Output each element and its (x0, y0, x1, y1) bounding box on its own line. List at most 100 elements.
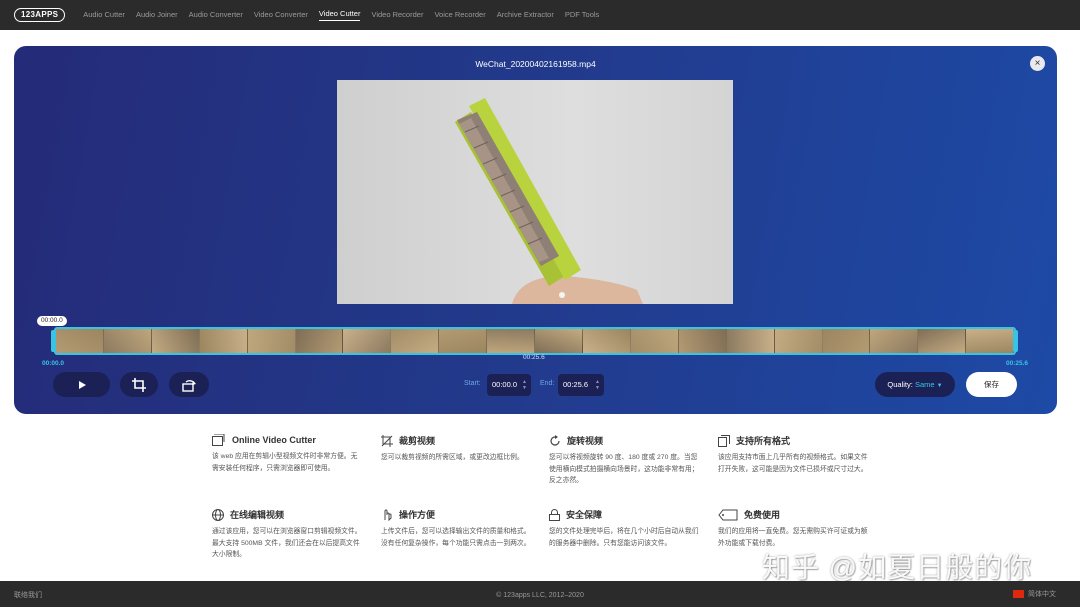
start-label: Start: (464, 380, 481, 387)
play-icon (78, 380, 86, 389)
close-button[interactable]: × (1030, 56, 1045, 71)
logo[interactable]: 123APPS (14, 8, 66, 22)
quality-value: Same (914, 380, 935, 389)
feature-title: 旋转视频 (567, 436, 604, 446)
chevron-down-icon: ▼ (936, 383, 943, 389)
feature-description: 您的文件处理完毕后，将在几个小时后自动从我们的服务器中删除。只有您能访问该文件。 (549, 528, 699, 547)
video-editor-panel: WeChat_20200402161958.mp4 × 00:00.0 00:0… (14, 46, 1057, 414)
feature-title: 安全保障 (566, 510, 603, 520)
timeline-thumbnail (295, 329, 344, 353)
feature-description: 该 web 应用在剪辑小型视频文件时非常方便。无需安装任何程序，只需浏览器即可使… (212, 453, 358, 472)
timeline-thumbnail (247, 329, 296, 353)
feature-rotate-video: 旋转视频 您可以将视频旋转 90 度、180 度或 270 度。当您使用横向模式… (549, 434, 699, 487)
feature-description: 上传文件后，您可以选择输出文件的质量和格式。没有任何复杂操作，每个功能只需点击一… (381, 528, 531, 547)
timeline-thumbnail (199, 329, 248, 353)
rotate-button[interactable] (169, 372, 209, 397)
feature-all-formats: 支持所有格式 该应用支持市面上几乎所有的视频格式。如果文件打开失败，这可能是因为… (718, 434, 868, 475)
video-preview[interactable] (337, 80, 733, 304)
nav-item-video-converter[interactable]: Video Converter (254, 10, 308, 21)
timeline-thumbnail (103, 329, 152, 353)
end-time-input[interactable]: 00:25.6 ▲ ▼ (558, 374, 604, 396)
timeline-thumbnail (630, 329, 679, 353)
timeline-thumbnail (487, 329, 536, 353)
feature-online-video-cutter: Online Video Cutter 该 web 应用在剪辑小型视频文件时非常… (212, 434, 362, 474)
feature-title: 裁剪视频 (399, 436, 436, 446)
video-frame-illustration (455, 98, 643, 304)
feature-title: 操作方便 (399, 510, 436, 520)
nav-item-pdf-tools[interactable]: PDF Tools (565, 10, 599, 21)
feature-title: 免费使用 (744, 510, 781, 520)
start-time-input[interactable]: 00:00.0 ▲ ▼ (487, 374, 531, 396)
timeline-thumbnail (726, 329, 775, 353)
timeline-mid-time: 00:25.6 (523, 354, 545, 361)
watermark: 知乎 @如夏日般的你 (762, 552, 1033, 583)
timeline-filmstrip[interactable] (54, 327, 1016, 355)
feature-free: 免费使用 我们的应用将一直免费。您无需购买许可证或为额外功能或下载付费。 (718, 508, 868, 549)
timeline-thumbnail (151, 329, 200, 353)
rotate-icon (182, 379, 196, 392)
hand-icon (384, 509, 392, 521)
timeline-end-time: 00:25.6 (1006, 360, 1029, 367)
video-cutter-icon (212, 434, 225, 446)
crop-icon (381, 434, 393, 447)
china-flag-icon (1013, 590, 1024, 598)
nav-item-voice-recorder[interactable]: Voice Recorder (434, 10, 485, 21)
timeline-thumbnail (56, 329, 104, 353)
feature-description: 您可以裁剪视频的所需区域，或更改边框比例。 (381, 454, 524, 461)
feature-easy-to-use: 操作方便 上传文件后，您可以选择输出文件的质量和格式。没有任何复杂操作，每个功能… (381, 508, 531, 549)
nav-item-video-recorder[interactable]: Video Recorder (371, 10, 423, 21)
crop-icon (132, 377, 146, 392)
nav-item-audio-converter[interactable]: Audio Converter (189, 10, 243, 21)
timeline-thumbnail (343, 329, 392, 353)
language-label: 简体中文 (1028, 591, 1056, 598)
playhead-time: 00:00.0 (37, 316, 67, 326)
timeline-thumbnail (870, 329, 919, 353)
feature-security: 安全保障 您的文件处理完毕后，将在几个小时后自动从我们的服务器中删除。只有您能访… (549, 508, 699, 549)
end-time-value: 00:25.6 (563, 380, 589, 389)
start-time-spinner-icon[interactable]: ▲ ▼ (522, 379, 527, 391)
play-button[interactable] (53, 372, 110, 397)
end-label: End: (540, 380, 555, 387)
feature-description: 该应用支持市面上几乎所有的视频格式。如果文件打开失败，这可能是因为文件已损坏或尺… (718, 454, 868, 473)
quality-label: Quality: (887, 380, 913, 389)
feature-title: 支持所有格式 (736, 436, 791, 446)
timeline-thumbnail (774, 329, 823, 353)
formats-icon (718, 434, 730, 447)
copyright: © 123apps LLC, 2012–2020 (496, 592, 584, 599)
timeline-start-time: 00:00.0 (42, 360, 65, 367)
lock-icon (549, 508, 560, 521)
feature-edit-online: 在线编辑视频 通过该应用，您可以在浏览器窗口剪辑视频文件。最大支持 500MB … (212, 508, 362, 561)
timeline-thumbnail (966, 329, 1014, 353)
feature-title: 在线编辑视频 (230, 510, 285, 520)
start-time-value: 00:00.0 (492, 380, 518, 389)
timeline-thumbnail (678, 329, 727, 353)
video-playback-dot (559, 292, 565, 298)
globe-icon (212, 508, 224, 521)
timeline-thumbnail (535, 329, 583, 353)
timeline-thumbnail (439, 329, 488, 353)
feature-description: 您可以将视频旋转 90 度、180 度或 270 度。当您使用横向模式拍摄横向场… (549, 454, 699, 484)
file-name: WeChat_20200402161958.mp4 (475, 59, 596, 69)
nav-item-archive-extractor[interactable]: Archive Extractor (497, 10, 554, 21)
timeline-thumbnail (582, 329, 631, 353)
timeline-thumbnail (822, 329, 871, 353)
trim-end-handle[interactable] (1013, 330, 1018, 352)
quality-dropdown[interactable]: Quality: Same ▼ (875, 372, 955, 397)
feature-title: Online Video Cutter (232, 435, 316, 445)
timeline-thumbnail (391, 329, 440, 353)
end-time-spinner-icon[interactable]: ▲ ▼ (595, 379, 600, 391)
feature-crop-video: 裁剪视频 您可以裁剪视频的所需区域，或更改边框比例。 (381, 434, 531, 464)
nav-item-audio-joiner[interactable]: Audio Joiner (136, 10, 178, 21)
close-icon: × (1034, 58, 1041, 69)
nav-item-video-cutter[interactable]: Video Cutter (318, 9, 361, 21)
rotate-icon (550, 434, 560, 446)
feature-description: 通过该应用，您可以在浏览器窗口剪辑视频文件。最大支持 500MB 文件，我们还会… (212, 528, 362, 558)
crop-button[interactable] (120, 372, 158, 397)
language-selector[interactable]: 简体中文 (1013, 589, 1056, 599)
timeline-thumbnail (918, 329, 967, 353)
timeline-frames (56, 329, 1014, 353)
top-navigation: 123APPS Audio Cutter Audio Joiner Audio … (0, 0, 1080, 30)
nav-item-audio-cutter[interactable]: Audio Cutter (83, 10, 125, 21)
save-button[interactable]: 保存 (966, 372, 1017, 397)
trim-start-handle[interactable] (51, 330, 56, 352)
